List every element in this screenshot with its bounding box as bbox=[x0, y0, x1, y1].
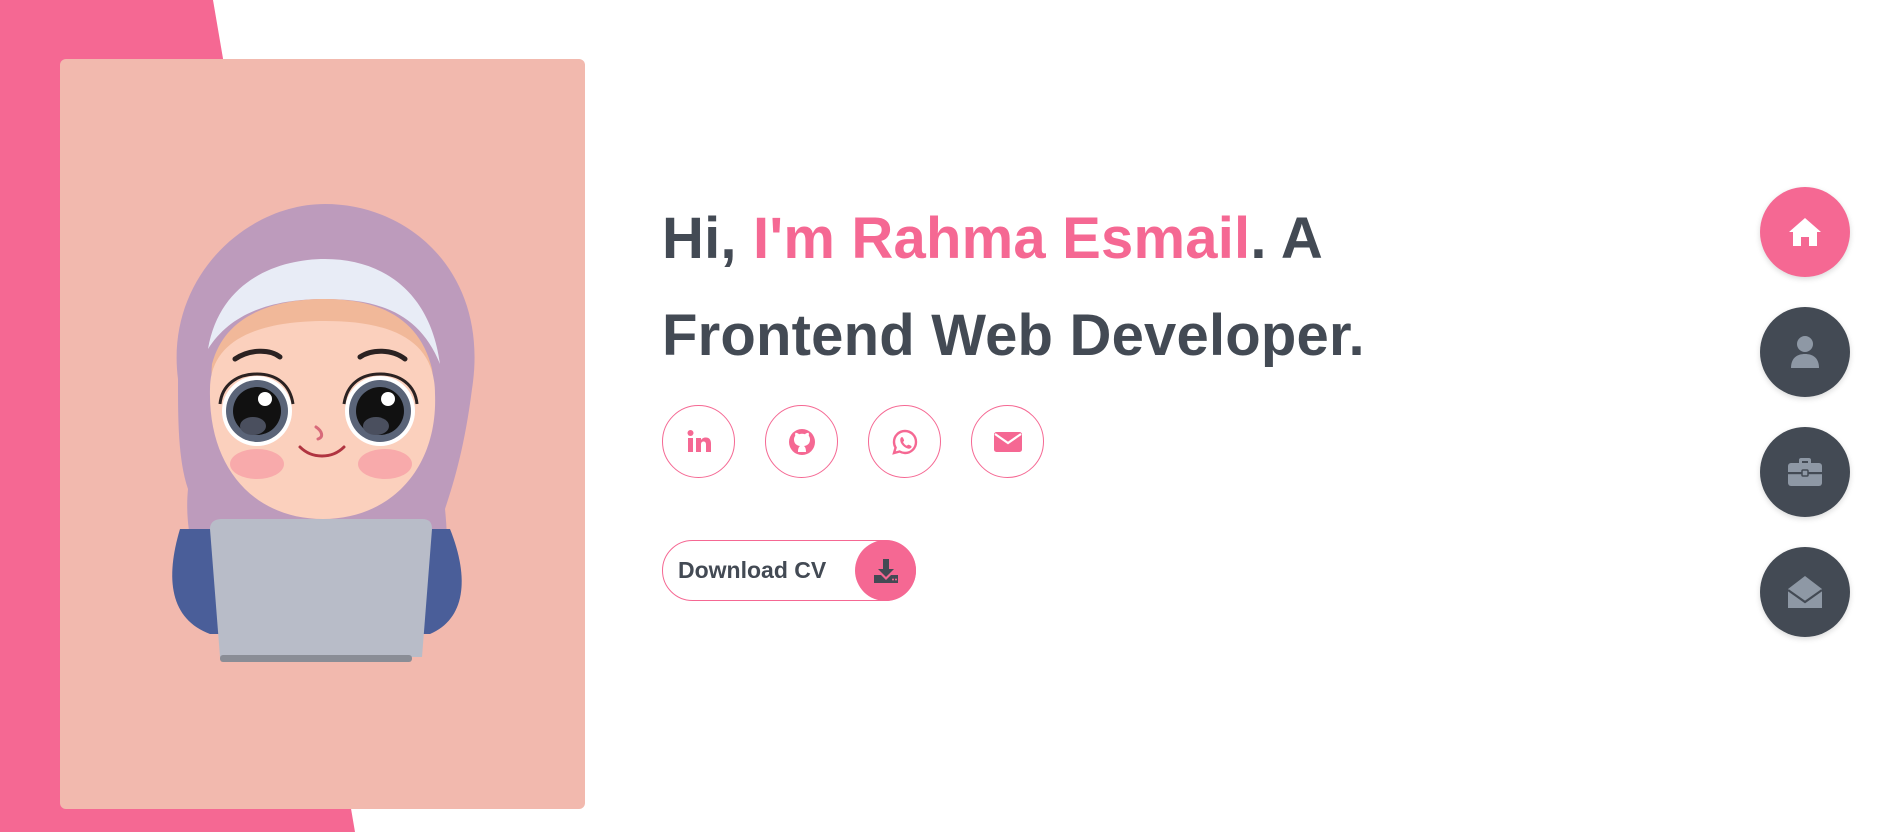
briefcase-icon bbox=[1788, 458, 1822, 486]
linkedin-button[interactable] bbox=[662, 405, 735, 478]
email-button[interactable] bbox=[971, 405, 1044, 478]
social-links bbox=[662, 405, 1044, 478]
home-icon bbox=[1789, 218, 1821, 246]
nav-home-button[interactable] bbox=[1760, 187, 1850, 277]
github-icon bbox=[788, 428, 815, 455]
greeting-text: Hi, bbox=[662, 206, 754, 271]
nav-about-button[interactable] bbox=[1760, 307, 1850, 397]
after-name-text: . A bbox=[1250, 206, 1323, 271]
github-button[interactable] bbox=[765, 405, 838, 478]
nav-portfolio-button[interactable] bbox=[1760, 427, 1850, 517]
avatar-illustration bbox=[172, 204, 475, 662]
user-icon bbox=[1791, 336, 1819, 368]
role-text: Frontend Web Developer. bbox=[662, 303, 1365, 368]
envelope-open-icon bbox=[1787, 576, 1823, 608]
download-icon bbox=[873, 558, 898, 583]
whatsapp-button[interactable] bbox=[868, 405, 941, 478]
linkedin-icon bbox=[687, 429, 711, 452]
download-cv-button[interactable]: Download CV bbox=[662, 540, 916, 601]
page: Hi, I'm Rahma Esmail. A Frontend Web Dev… bbox=[0, 0, 1891, 832]
hero-section: Hi, I'm Rahma Esmail. A Frontend Web Dev… bbox=[662, 190, 1422, 384]
nav-contact-button[interactable] bbox=[1760, 547, 1850, 637]
side-navigation bbox=[1760, 187, 1850, 637]
whatsapp-icon bbox=[891, 429, 917, 455]
name-text: I'm Rahma Esmail bbox=[753, 206, 1251, 271]
envelope-icon bbox=[993, 431, 1022, 452]
download-icon-circle bbox=[855, 540, 916, 601]
portrait-card bbox=[60, 59, 585, 809]
hero-headline: Hi, I'm Rahma Esmail. A Frontend Web Dev… bbox=[662, 190, 1422, 384]
